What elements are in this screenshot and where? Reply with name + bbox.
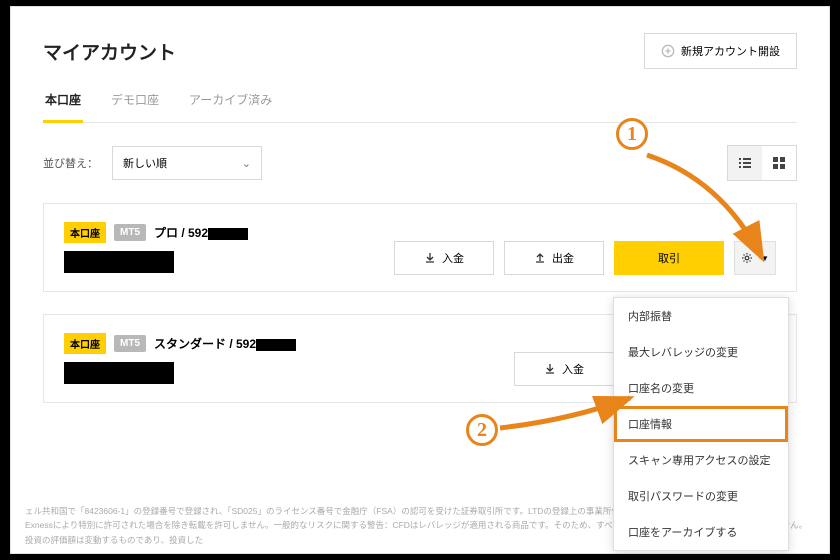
page-title: マイアカウント — [43, 38, 176, 65]
trade-button[interactable]: 取引 — [614, 241, 724, 275]
settings-dropdown: 内部振替 最大レバレッジの変更 口座名の変更 口座情報 スキャン専用アクセスの設… — [613, 297, 789, 551]
badge-platform: MT5 — [114, 224, 146, 241]
view-list-button[interactable] — [728, 146, 762, 180]
redacted — [208, 228, 248, 240]
sort-select[interactable]: 新しい順 ⌄ — [112, 146, 262, 180]
gear-icon — [741, 252, 753, 264]
badge-real: 本口座 — [64, 333, 106, 354]
account-name: スタンダード / 592 — [154, 335, 296, 352]
new-account-button[interactable]: 新規アカウント開設 — [644, 33, 797, 69]
menu-archive[interactable]: 口座をアーカイブする — [614, 514, 788, 550]
menu-rename[interactable]: 口座名の変更 — [614, 370, 788, 406]
redacted-balance — [64, 251, 174, 273]
tab-archive[interactable]: アーカイブ済み — [187, 91, 274, 122]
badge-platform: MT5 — [114, 335, 146, 352]
menu-scan-access[interactable]: スキャン専用アクセスの設定 — [614, 442, 788, 478]
redacted — [256, 339, 296, 351]
chevron-down-icon: ⌄ — [242, 157, 251, 170]
menu-account-info[interactable]: 口座情報 — [614, 406, 788, 442]
account-card: 本口座 MT5 プロ / 592 入金 出金 取引 ▼ — [43, 203, 797, 292]
caret-down-icon: ▼ — [761, 254, 769, 263]
menu-leverage[interactable]: 最大レバレッジの変更 — [614, 334, 788, 370]
settings-button[interactable]: ▼ — [734, 241, 776, 275]
account-name: プロ / 592 — [154, 224, 248, 241]
view-toggle — [727, 145, 797, 181]
badge-real: 本口座 — [64, 222, 106, 243]
withdraw-button[interactable]: 出金 — [504, 241, 604, 275]
account-tabs: 本口座 デモ口座 アーカイブ済み — [43, 91, 797, 123]
menu-transfer[interactable]: 内部振替 — [614, 298, 788, 334]
deposit-button[interactable]: 入金 — [514, 352, 614, 386]
menu-password[interactable]: 取引パスワードの変更 — [614, 478, 788, 514]
plus-icon — [661, 44, 675, 58]
sort-value: 新しい順 — [123, 155, 167, 171]
upload-icon — [534, 252, 546, 264]
download-icon — [424, 252, 436, 264]
sort-label: 並び替え： — [43, 155, 98, 171]
tab-demo[interactable]: デモ口座 — [109, 91, 161, 122]
deposit-button[interactable]: 入金 — [394, 241, 494, 275]
download-icon — [544, 363, 556, 375]
tab-real[interactable]: 本口座 — [43, 91, 83, 123]
new-account-label: 新規アカウント開設 — [681, 43, 780, 59]
view-grid-button[interactable] — [762, 146, 796, 180]
redacted-balance — [64, 362, 174, 384]
